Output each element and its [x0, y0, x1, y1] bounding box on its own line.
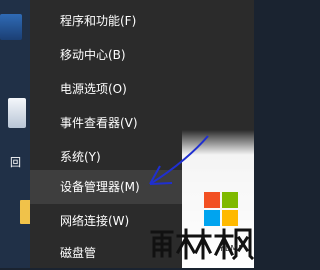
- menu-item-label: 程序和功能(F): [60, 14, 137, 28]
- menu-item-label: 事件查看器(V): [60, 116, 138, 130]
- recycle-bin-icon[interactable]: [8, 98, 26, 128]
- desktop-shortcut-icon[interactable]: [0, 14, 22, 40]
- watermark-subtext: YLMF: [219, 244, 244, 253]
- windows-logo-icon: [204, 192, 238, 226]
- desktop-edge: [0, 0, 30, 268]
- menu-item-label: 系统(Y): [60, 150, 101, 164]
- menu-item-label: 设备管理器(M): [60, 180, 140, 194]
- menu-item-mobility-center[interactable]: 移动中心(B): [30, 38, 254, 72]
- menu-item-programs-features[interactable]: 程序和功能(F): [30, 4, 254, 38]
- menu-item-label: 网络连接(W): [60, 214, 130, 228]
- menu-item-label: 电源选项(O): [60, 82, 127, 96]
- menu-item-power-options[interactable]: 电源选项(O): [30, 72, 254, 106]
- desktop-icon-label: 回: [10, 156, 21, 169]
- menu-item-label: 移动中心(B): [60, 48, 126, 62]
- menu-item-label: 磁盘管: [60, 246, 97, 260]
